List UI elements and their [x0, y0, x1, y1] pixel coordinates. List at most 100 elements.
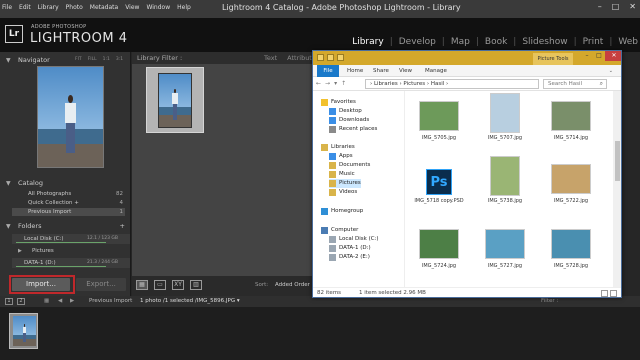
import-button[interactable]: Import...: [12, 278, 70, 291]
nav-item[interactable]: DATA-2 (E:): [329, 253, 370, 262]
folder-volume-d[interactable]: DATA-1 (D:) 21.3 / 244 GB: [12, 258, 130, 268]
folder-icon[interactable]: [317, 54, 324, 61]
back-arrow-icon[interactable]: ←: [316, 80, 321, 87]
ribbon-tab-view[interactable]: View: [399, 65, 412, 77]
preview-person: [65, 95, 76, 153]
file-item[interactable]: IMG_5722.jpg: [541, 154, 601, 214]
monitor-2-button[interactable]: 2: [17, 298, 25, 305]
up-arrow-icon[interactable]: ↑: [341, 80, 346, 87]
file-item[interactable]: IMG_5727.jpg: [475, 219, 535, 279]
catalog-all-photographs[interactable]: All Photographs 82: [12, 190, 125, 198]
menu-window[interactable]: Window: [146, 4, 170, 11]
survey-view-icon[interactable]: ▥: [190, 280, 202, 290]
properties-icon[interactable]: [327, 54, 334, 61]
module-library[interactable]: Library: [352, 37, 383, 47]
picture-tools-tab[interactable]: Picture Tools: [533, 53, 573, 65]
file-item[interactable]: IMG_5724.jpg: [409, 219, 469, 279]
module-book[interactable]: Book: [485, 37, 507, 47]
nav-item[interactable]: Recent places: [329, 125, 377, 134]
grid-icon[interactable]: ▦: [44, 296, 49, 307]
ribbon-tab-home[interactable]: Home: [347, 65, 363, 77]
module-develop[interactable]: Develop: [399, 37, 436, 47]
menu-photo[interactable]: Photo: [66, 4, 83, 11]
folder-volume-c[interactable]: Local Disk (C:) 12.1 / 123 GB: [12, 234, 130, 244]
collapse-triangle-icon: ▼: [6, 223, 11, 230]
catalog-header[interactable]: ▼ Catalog: [0, 178, 131, 189]
close-button[interactable]: ✕: [629, 2, 636, 11]
grid-cell[interactable]: [146, 67, 204, 133]
ribbon-expand-icon[interactable]: ⌄: [609, 68, 613, 74]
nav-item[interactable]: DATA-1 (D:): [329, 244, 371, 253]
sort-order-select[interactable]: Added Order: [275, 282, 310, 288]
grid-view-icon[interactable]: ▦: [136, 280, 148, 290]
module-print[interactable]: Print: [583, 37, 604, 47]
nav-item[interactable]: Local Disk (C:): [329, 235, 379, 244]
nav-item[interactable]: Documents: [329, 161, 370, 170]
menu-metadata[interactable]: Metadata: [90, 4, 118, 11]
file-item[interactable]: IMG_5738.jpg: [475, 154, 535, 214]
forward-arrow-icon[interactable]: ▶: [70, 296, 74, 307]
add-folder-icon[interactable]: +: [120, 221, 125, 232]
source-breadcrumb[interactable]: Previous Import: [89, 296, 132, 307]
export-button[interactable]: Export...: [76, 278, 126, 291]
loupe-view-icon[interactable]: ▭: [154, 280, 166, 290]
explorer-close-button[interactable]: ✕: [605, 51, 621, 61]
menu-library[interactable]: Library: [38, 4, 59, 11]
nav-item[interactable]: Homegroup: [321, 207, 363, 216]
menu-edit[interactable]: Edit: [19, 4, 31, 11]
menu-view[interactable]: View: [125, 4, 139, 11]
folders-header[interactable]: ▼ Folders +: [0, 221, 131, 232]
folder-pictures[interactable]: ▶ Pictures: [12, 246, 130, 256]
back-arrow-icon[interactable]: ◀: [58, 296, 62, 307]
zoom-1-1[interactable]: 1:1: [103, 57, 110, 62]
search-input[interactable]: Search Hasil ⌕: [543, 79, 607, 89]
explorer-maximize-button[interactable]: □: [593, 51, 605, 61]
ribbon-tab-share[interactable]: Share: [373, 65, 389, 77]
filmstrip-thumbnail[interactable]: [9, 313, 38, 349]
explorer-minimize-button[interactable]: –: [581, 51, 593, 61]
zoom-3-1[interactable]: 3:1: [116, 57, 123, 62]
module-slideshow[interactable]: Slideshow: [522, 37, 567, 47]
nav-item[interactable]: Favorites: [321, 98, 356, 107]
monitor-1-button[interactable]: 1: [5, 298, 13, 305]
file-item[interactable]: IMG_5728.jpg: [541, 219, 601, 279]
address-bar[interactable]: › Libraries › Pictures › Hasil ›: [365, 79, 539, 89]
nav-item[interactable]: Libraries: [321, 143, 355, 152]
file-item[interactable]: IMG_5707.jpg: [475, 91, 535, 151]
catalog-quick-collection[interactable]: Quick Collection + 4: [12, 199, 125, 207]
minimize-button[interactable]: –: [598, 2, 602, 11]
scrollbar-thumb[interactable]: [615, 141, 620, 181]
catalog-previous-import[interactable]: Previous Import 1: [12, 208, 125, 216]
navigator-preview[interactable]: [37, 66, 104, 168]
module-web[interactable]: Web: [618, 37, 638, 47]
details-view-icon[interactable]: [601, 290, 608, 297]
view-switcher: [601, 290, 617, 297]
new-folder-icon[interactable]: [337, 54, 344, 61]
selection-info[interactable]: 1 photo /1 selected /IMG_5896.JPG ▾: [140, 296, 240, 307]
ribbon-tab-file[interactable]: File: [317, 65, 339, 77]
zoom-fit[interactable]: FIT: [75, 57, 82, 62]
large-icons-view-icon[interactable]: [610, 290, 617, 297]
zoom-fill[interactable]: FILL: [88, 57, 97, 62]
forward-arrow-icon[interactable]: →: [325, 80, 330, 87]
nav-item[interactable]: Computer: [321, 226, 358, 235]
nav-item[interactable]: Apps: [329, 152, 353, 161]
module-map[interactable]: Map: [451, 37, 470, 47]
nav-item[interactable]: Downloads: [329, 116, 369, 125]
file-item[interactable]: IMG_5705.jpg: [409, 91, 469, 151]
nav-item[interactable]: Videos: [329, 188, 357, 197]
filter-text[interactable]: Text: [264, 52, 277, 64]
recent-dropdown-icon[interactable]: ▾: [334, 80, 337, 87]
menu-file[interactable]: File: [2, 4, 12, 11]
menu-help[interactable]: Help: [177, 4, 191, 11]
file-item[interactable]: IMG_5714.jpg: [541, 91, 601, 151]
photo-thumbnail[interactable]: [158, 73, 192, 128]
nav-item[interactable]: Pictures: [329, 179, 361, 188]
nav-item[interactable]: Music: [329, 170, 355, 179]
nav-item[interactable]: Desktop: [329, 107, 362, 116]
ribbon-tab-manage[interactable]: Manage: [425, 65, 447, 77]
compare-view-icon[interactable]: XY: [172, 280, 184, 290]
file-item[interactable]: Ps IMG_5718 copy.PSD: [409, 154, 469, 214]
file-list-scrollbar[interactable]: [613, 91, 621, 287]
maximize-button[interactable]: □: [612, 2, 620, 11]
